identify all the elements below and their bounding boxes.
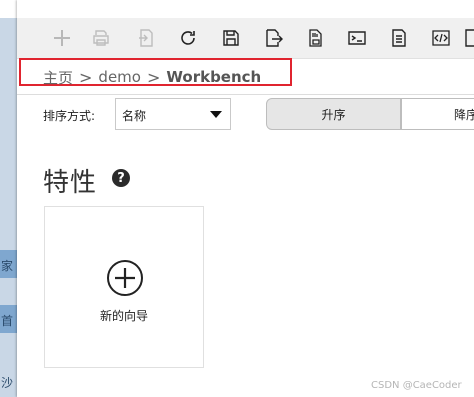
caret-down-icon — [210, 111, 222, 118]
refresh-button[interactable] — [175, 25, 201, 51]
partial-button[interactable] — [463, 25, 474, 51]
terminal-icon — [348, 31, 366, 45]
sd-card-button[interactable] — [302, 25, 328, 51]
sort-label: 排序方式: — [43, 109, 96, 123]
background-window-strip: 家 首 沙 — [0, 0, 17, 397]
watermark: CSDN @CaeCoder — [371, 380, 462, 391]
code-button[interactable] — [428, 25, 454, 51]
strip-band-1: 家 — [0, 250, 17, 278]
code-icon — [432, 30, 450, 46]
breadcrumb-separator: > — [79, 67, 93, 87]
sort-select[interactable]: 名称 — [115, 98, 231, 130]
strip-band-2: 首 — [0, 305, 17, 333]
strip-band-3: 沙 — [0, 365, 17, 393]
sd-card-icon — [309, 29, 322, 47]
new-button[interactable] — [49, 25, 75, 51]
import-button[interactable] — [133, 25, 159, 51]
toolbar — [17, 18, 474, 59]
export-button[interactable] — [260, 25, 286, 51]
plus-circle-icon — [107, 260, 143, 296]
help-icon[interactable]: ? — [112, 169, 130, 187]
plus-icon — [54, 30, 70, 46]
section-title: 特性 — [43, 168, 98, 198]
export-icon — [266, 29, 283, 47]
wizard-label: 新的向导 — [99, 309, 148, 323]
new-wizard-card[interactable]: 新的向导 — [44, 206, 204, 368]
print-icon — [93, 30, 109, 46]
descending-button[interactable]: 降序 — [401, 98, 474, 130]
strip-char: 首 — [1, 314, 14, 328]
import-icon — [139, 29, 153, 47]
save-button[interactable] — [218, 25, 244, 51]
document-icon — [392, 29, 406, 47]
print-button[interactable] — [88, 25, 114, 51]
divider — [17, 94, 474, 95]
breadcrumb-demo[interactable]: demo — [98, 68, 141, 86]
ascending-button[interactable]: 升序 — [266, 98, 401, 130]
strip-char: 沙 — [1, 376, 14, 390]
breadcrumb-home[interactable]: 主页 — [43, 67, 73, 88]
breadcrumb-current: Workbench — [166, 68, 262, 86]
refresh-icon — [181, 31, 195, 45]
sort-selected-value: 名称 — [122, 109, 147, 123]
strip-char: 家 — [1, 259, 14, 273]
breadcrumb-separator: > — [146, 67, 161, 87]
save-icon — [223, 30, 239, 46]
strip-top — [0, 0, 17, 18]
breadcrumb: 主页 > demo > Workbench — [43, 66, 261, 88]
document-button[interactable] — [386, 25, 412, 51]
partial-icon — [465, 29, 474, 47]
terminal-button[interactable] — [344, 25, 370, 51]
workbench-panel: 主页 > demo > Workbench 排序方式: 名称 升序 降序 特性 … — [17, 0, 474, 397]
